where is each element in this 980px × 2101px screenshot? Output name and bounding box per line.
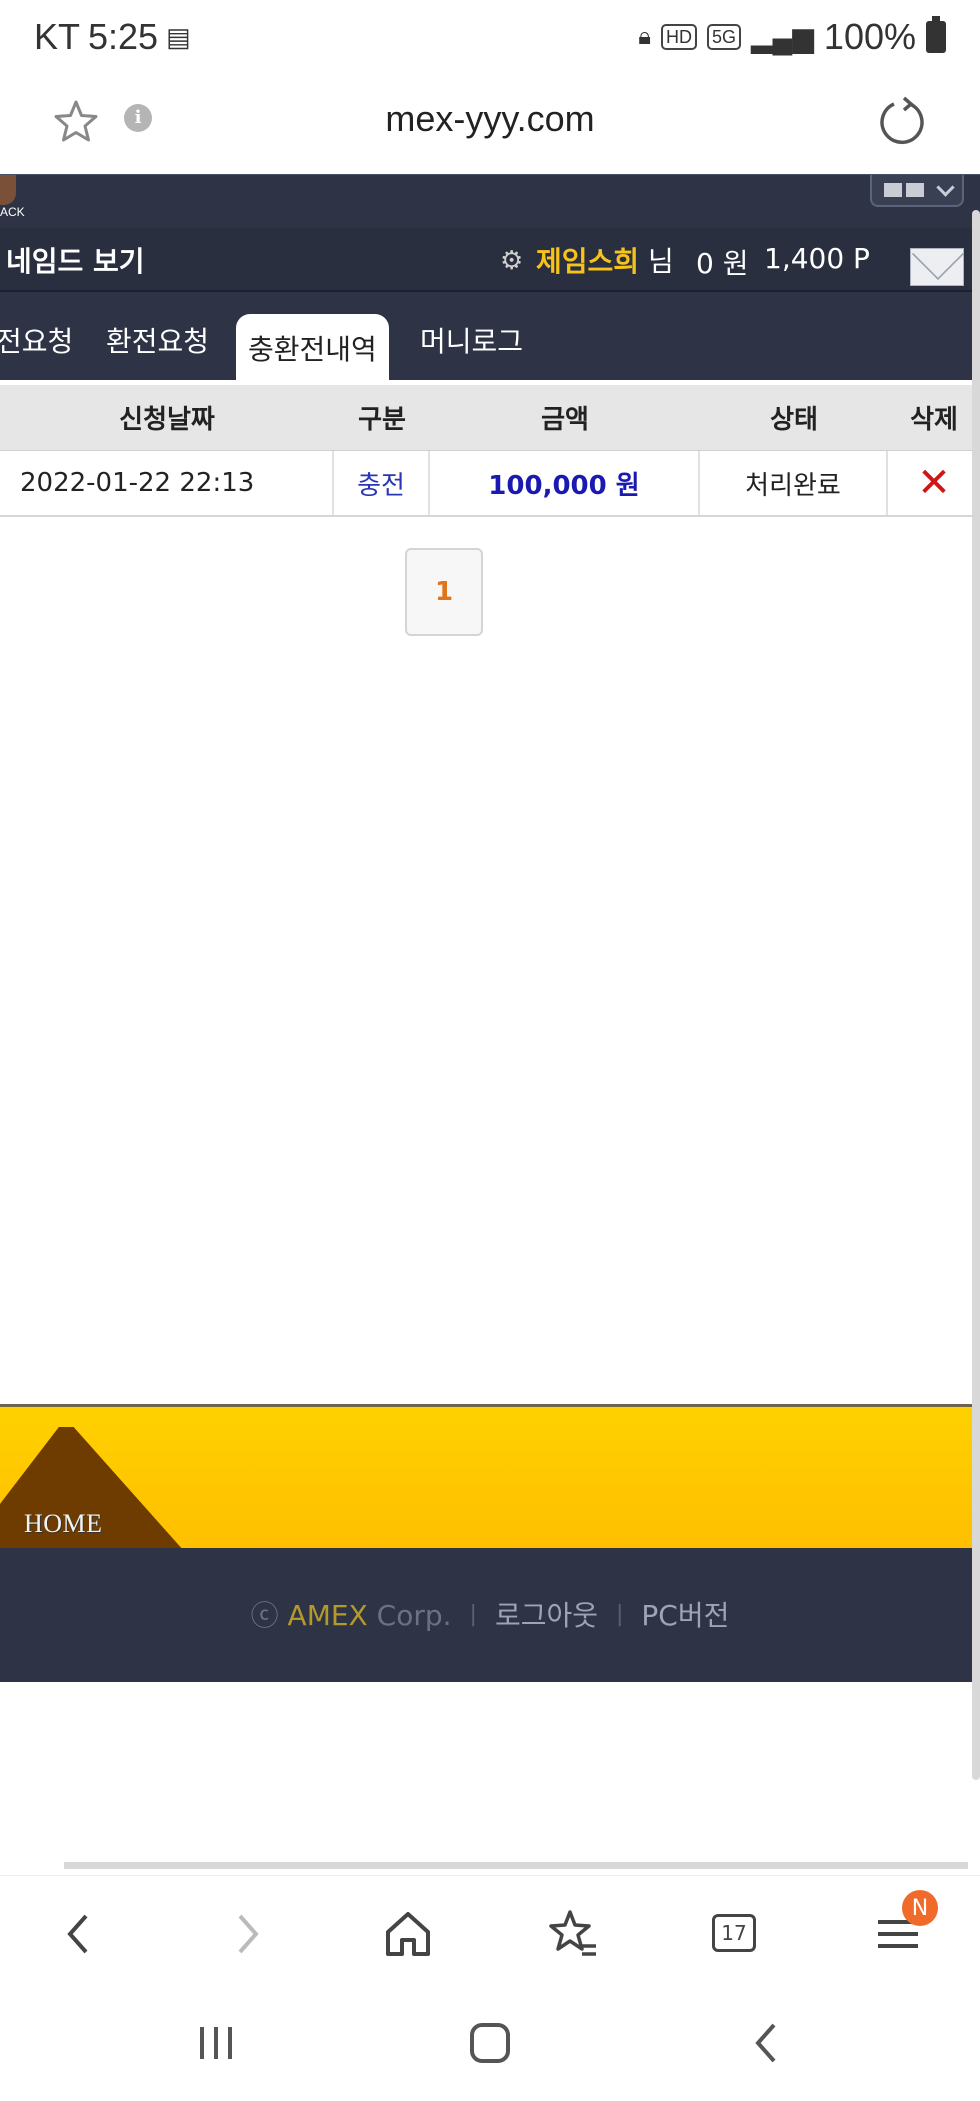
divider: | [615, 1601, 624, 1627]
home-icon[interactable] [380, 1906, 436, 1962]
home-system-icon[interactable] [466, 2013, 514, 2073]
browser-url-bar: i mex-yyy.com [0, 76, 980, 174]
system-nav-bar [0, 1985, 980, 2101]
data-saver-icon: ▤ [166, 21, 191, 52]
battery-percent: 100% [823, 16, 916, 57]
bookmarks-icon[interactable] [544, 1906, 600, 1962]
copyright-group: ⓒ AMEX Corp. [251, 1594, 452, 1634]
named-view-link[interactable]: 네임드 보기 [6, 240, 145, 280]
home-label[interactable]: HOME [24, 1509, 103, 1539]
row-delete-cell: ✕ [888, 451, 980, 515]
corp-label: Corp. [376, 1599, 452, 1632]
clock: 5:25 [88, 16, 159, 57]
tabs-icon[interactable]: 17 [712, 1914, 756, 1952]
footer-links: ⓒ AMEX Corp. | 로그아웃 | PC버전 [0, 1594, 980, 1634]
status-right: 🔒︎ HD 5G ▂▄▆ 100% [638, 16, 946, 58]
tab-exchange-request[interactable]: 환전요청 [106, 320, 209, 360]
site-menu-button[interactable] [870, 175, 964, 207]
page-button[interactable]: 1 [405, 548, 483, 636]
pc-version-link[interactable]: PC버전 [641, 1594, 729, 1634]
row-type: 충전 [334, 451, 430, 515]
row-date: 2022-01-22 22:13 [0, 451, 334, 515]
user-points: 1,400 P [764, 242, 870, 275]
network-type-icon: 5G [707, 24, 742, 50]
status-left: KT 5:25 ▤ [34, 16, 191, 58]
logo-character [0, 175, 16, 205]
user-name[interactable]: 제임스희 [536, 240, 639, 280]
hd-voice-icon: HD [661, 24, 697, 50]
menu-badge: N [902, 1890, 938, 1926]
history-table: 신청날짜 구분 금액 상태 삭제 2022-01-22 22:13 충전 100… [0, 385, 980, 517]
footer: ⓒ AMEX Corp. | 로그아웃 | PC버전 [0, 1548, 980, 1682]
copyright-mark: ⓒ [250, 1599, 279, 1632]
brand-name: AMEX [287, 1599, 368, 1632]
url-text[interactable]: mex-yyy.com [0, 98, 980, 140]
reload-icon[interactable] [874, 94, 930, 150]
forward-icon[interactable] [218, 1906, 274, 1962]
user-money: 0 원 [696, 247, 749, 280]
logo-text: ACK [0, 205, 25, 219]
table-row: 2022-01-22 22:13 충전 100,000 원 처리완료 ✕ [0, 451, 980, 517]
horizontal-scrollbar[interactable] [64, 1862, 968, 1869]
signal-icon: ▂▄▆ [751, 21, 814, 53]
header-status: 상태 [770, 405, 818, 435]
gear-icon[interactable]: ⚙ [500, 246, 523, 276]
user-suffix: 님 [648, 245, 674, 278]
tab-money-log[interactable]: 머니로그 [420, 320, 523, 360]
divider: | [469, 1601, 477, 1627]
footer-home-bar: HOME [0, 1404, 980, 1551]
header-type: 구분 [358, 405, 406, 435]
delete-icon[interactable]: ✕ [917, 460, 951, 506]
mail-icon[interactable] [910, 248, 964, 286]
logout-link[interactable]: 로그아웃 [495, 1594, 598, 1634]
carrier-label: KT [34, 16, 81, 57]
back-icon[interactable] [52, 1906, 108, 1962]
header-date: 신청날짜 [119, 405, 215, 435]
recent-apps-icon[interactable] [196, 2013, 236, 2073]
table-header: 신청날짜 구분 금액 상태 삭제 [0, 385, 980, 451]
tabs-bar: 전요청 환전요청 충환전내역 머니로그 [0, 292, 980, 380]
tab-charge-request[interactable]: 전요청 [0, 320, 73, 360]
browser-toolbar: 17 N [0, 1875, 980, 1985]
header-delete: 삭제 [910, 405, 958, 435]
tab-history[interactable]: 충환전내역 [236, 314, 389, 380]
status-bar: KT 5:25 ▤ 🔒︎ HD 5G ▂▄▆ 100% [0, 0, 980, 76]
vertical-scrollbar[interactable] [972, 210, 980, 1780]
user-bar: 네임드 보기 ⚙ 제임스희 님 0 원 1,400 P [0, 228, 980, 292]
vpn-lock-icon: 🔒︎ [638, 23, 651, 50]
back-system-icon[interactable] [746, 2013, 786, 2073]
site-header: ACK [0, 174, 980, 228]
battery-icon [926, 16, 946, 53]
header-amount: 금액 [541, 405, 589, 435]
row-amount: 100,000 원 [430, 451, 700, 515]
row-status: 처리완료 [700, 451, 888, 515]
